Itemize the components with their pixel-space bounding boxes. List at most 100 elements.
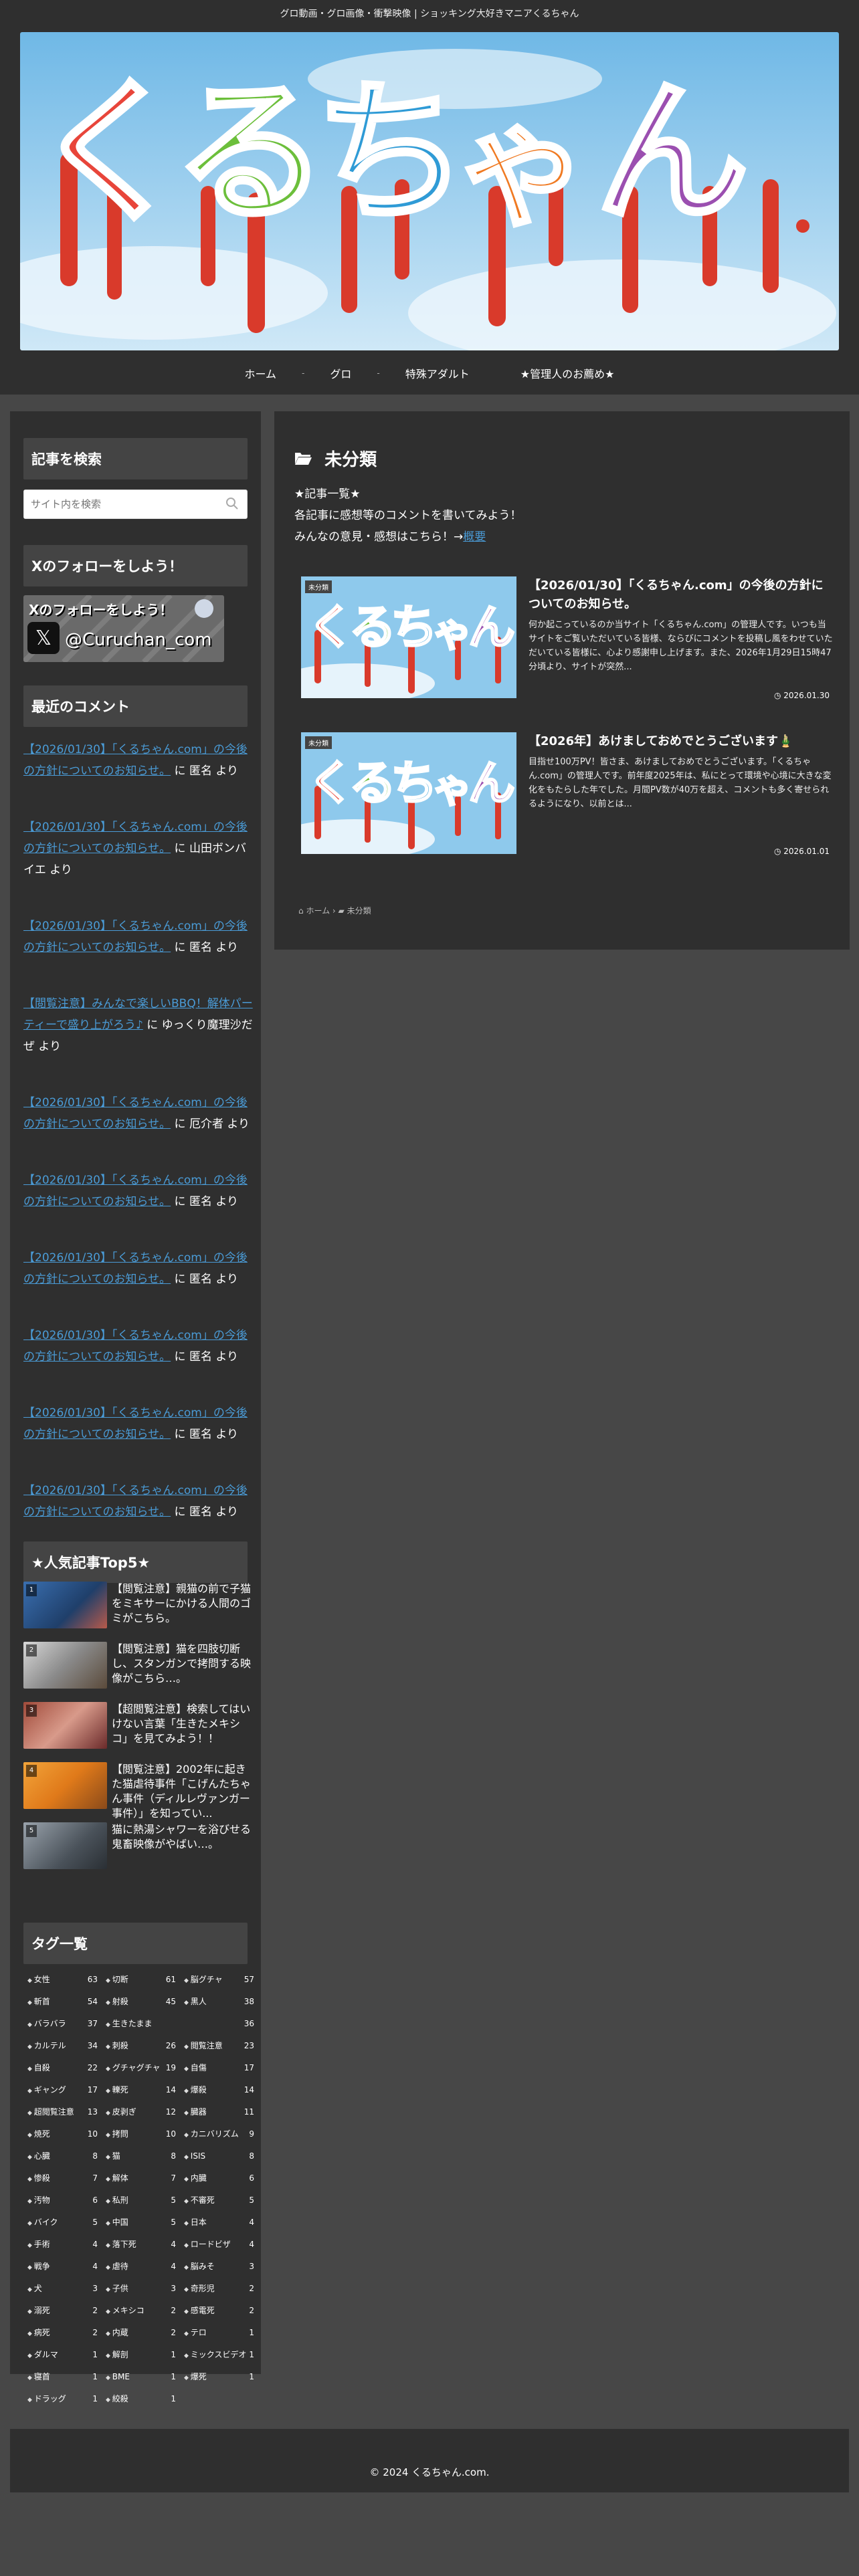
breadcrumb-current[interactable]: 未分類: [347, 906, 371, 916]
tag-link[interactable]: 刺殺26: [102, 2039, 176, 2052]
popular-post-thumbnail[interactable]: 4: [23, 1762, 107, 1809]
header-logo-banner[interactable]: く る ち ゃ ん: [20, 32, 839, 350]
popular-post-thumbnail[interactable]: 1: [23, 1582, 107, 1628]
tag-link[interactable]: ミックスビデオ1: [180, 2348, 254, 2361]
tag-link[interactable]: 超閲覧注意13: [23, 2105, 98, 2119]
popular-post-title[interactable]: 【閲覧注意】猫を四肢切断し、スタンガンで拷問する映像がこちら…。: [112, 1642, 252, 1686]
tag-link[interactable]: バイク5: [23, 2216, 98, 2229]
tag-link[interactable]: 奇形児2: [180, 2282, 254, 2295]
tag-link[interactable]: 自殺22: [23, 2061, 98, 2074]
tag-link[interactable]: 斬首54: [23, 1995, 98, 2008]
tag-link[interactable]: 不審死5: [180, 2193, 254, 2207]
tag-link[interactable]: BME1: [102, 2370, 176, 2383]
popular-post-title[interactable]: 【閲覧注意】2002年に起きた猫虐待事件「こげんたちゃん事件（ディルレヴァンガー…: [112, 1762, 252, 1821]
search-input[interactable]: [24, 490, 218, 518]
tag-link[interactable]: 虐待4: [102, 2260, 176, 2273]
tag-link[interactable]: バラバラ37: [23, 2017, 98, 2030]
tag-link[interactable]: 内臓6: [180, 2171, 254, 2185]
tag-link[interactable]: 焼死10: [23, 2127, 98, 2141]
tag-link[interactable]: 射殺45: [102, 1995, 176, 2008]
post-card[interactable]: くるちゃん 未分類 【2026/01/30】「くるちゃん.com」の今後の方針に…: [301, 576, 833, 700]
post-title[interactable]: 【2026/01/30】「くるちゃん.com」の今後の方針についてのお知らせ。: [529, 576, 833, 614]
comment-author: に 匿名 より: [171, 764, 239, 778]
popular-post-item[interactable]: 1 【閲覧注意】親猫の前で子猫をミキサーにかける人間のゴミがこちら。: [23, 1582, 251, 1642]
popular-post-thumbnail[interactable]: 3: [23, 1702, 107, 1749]
tag-link[interactable]: 病死2: [23, 2326, 98, 2339]
tag-link[interactable]: ISIS8: [180, 2149, 254, 2163]
tag-link[interactable]: 手術4: [23, 2238, 98, 2251]
tag-link[interactable]: 生きたまま36: [102, 2017, 254, 2030]
tag-link[interactable]: 内蔵2: [102, 2326, 176, 2339]
svg-text:ち: ち: [314, 64, 468, 243]
tag-link[interactable]: ダルマ1: [23, 2348, 98, 2361]
nav-item-home[interactable]: ホーム: [219, 365, 302, 381]
tag-link[interactable]: カルテル34: [23, 2039, 98, 2052]
nav-item-admin-picks[interactable]: ★管理人のお薦め★: [495, 365, 640, 381]
post-title[interactable]: 【2026年】あけましておめでとうございます🎍: [529, 732, 833, 751]
tag-link[interactable]: 爆殺14: [180, 2083, 254, 2097]
tag-link[interactable]: 脳グチャ57: [180, 1973, 254, 1986]
comment-item: 【閲覧注意】みんなで楽しいBBQ！解体パーティーで盛り上がろう♪ に ゆっくり魔…: [23, 993, 254, 1057]
tag-link[interactable]: 拷問10: [102, 2127, 176, 2141]
tag-link[interactable]: 皮剥ぎ12: [102, 2105, 176, 2119]
search-icon[interactable]: [225, 497, 242, 513]
tag-link[interactable]: 解体7: [102, 2171, 176, 2185]
tag-link[interactable]: 黒人38: [180, 1995, 254, 2008]
tag-link[interactable]: 解剖1: [102, 2348, 176, 2361]
nav-item-guro[interactable]: グロ: [304, 365, 377, 381]
tag-link[interactable]: 爆死1: [180, 2370, 254, 2383]
tag-link[interactable]: 中国5: [102, 2216, 176, 2229]
tag-link[interactable]: 切断61: [102, 1973, 176, 1986]
tag-link[interactable]: 落下死4: [102, 2238, 176, 2251]
tag-link[interactable]: 戦争4: [23, 2260, 98, 2273]
tag-link[interactable]: 脳みそ3: [180, 2260, 254, 2273]
tag-link[interactable]: 寝首1: [23, 2370, 98, 2383]
x-banner-heading: Xのフォローをしよう！: [29, 602, 173, 618]
x-follow-banner[interactable]: 𝕏 Xのフォローをしよう！ @Curuchan_com: [23, 595, 224, 662]
popular-post-item[interactable]: 3 【超閲覧注意】検索してはいけない言葉「生きたメキシコ」を見てみよう！！: [23, 1702, 251, 1762]
tag-link[interactable]: ドラッグ1: [23, 2392, 98, 2405]
tag-link[interactable]: 絞殺1: [102, 2392, 176, 2405]
tag-link[interactable]: 犬3: [23, 2282, 98, 2295]
popular-post-thumbnail[interactable]: 2: [23, 1642, 107, 1689]
popular-post-title[interactable]: 【閲覧注意】親猫の前で子猫をミキサーにかける人間のゴミがこちら。: [112, 1582, 252, 1626]
tag-link[interactable]: 心臓8: [23, 2149, 98, 2163]
tag-link[interactable]: ロードビザ4: [180, 2238, 254, 2251]
desc-line: 各記事に感想等のコメントを書いてみよう！: [294, 509, 522, 522]
nav-item-special-adult[interactable]: 特殊アダルト: [380, 365, 495, 381]
tag-link[interactable]: グチャグチャ19: [102, 2061, 176, 2074]
post-card[interactable]: くるちゃん 未分類 【2026年】あけましておめでとうございます🎍 目指せ100…: [301, 732, 833, 856]
tag-link[interactable]: 女性63: [23, 1973, 98, 1986]
tag-link[interactable]: ギャング17: [23, 2083, 98, 2097]
tag-link[interactable]: 私刑5: [102, 2193, 176, 2207]
tag-link[interactable]: 子供3: [102, 2282, 176, 2295]
tag-link[interactable]: 轢死14: [102, 2083, 176, 2097]
popular-post-item[interactable]: 5 猫に熱湯シャワーを浴びせる鬼畜映像がやばい…。: [23, 1822, 251, 1883]
breadcrumb-home[interactable]: ホーム: [306, 906, 330, 916]
breadcrumb: ⌂ ホーム › ▰ 未分類: [298, 905, 371, 916]
popular-post-thumbnail[interactable]: 5: [23, 1822, 107, 1869]
tag-link[interactable]: カニバリズム9: [180, 2127, 254, 2141]
tag-link[interactable]: 溺死2: [23, 2304, 98, 2317]
popular-post-item[interactable]: 4 【閲覧注意】2002年に起きた猫虐待事件「こげんたちゃん事件（ディルレヴァン…: [23, 1762, 251, 1822]
overview-link[interactable]: 概要: [463, 530, 486, 544]
copyright-text: © 2024 くるちゃん.com.: [369, 2466, 490, 2478]
tag-link[interactable]: 猫8: [102, 2149, 176, 2163]
popular-post-item[interactable]: 2 【閲覧注意】猫を四肢切断し、スタンガンで拷問する映像がこちら…。: [23, 1642, 251, 1702]
tag-link[interactable]: 惨殺7: [23, 2171, 98, 2185]
popular-post-title[interactable]: 【超閲覧注意】検索してはいけない言葉「生きたメキシコ」を見てみよう！！: [112, 1702, 252, 1746]
svg-text:ん: ん: [595, 64, 749, 243]
tag-link[interactable]: テロ1: [180, 2326, 254, 2339]
tag-link[interactable]: 臓器11: [180, 2105, 254, 2119]
recent-comments-list: 【2026/01/30】「くるちゃん.com」の今後の方針についてのお知らせ。 …: [23, 739, 254, 1558]
tag-link[interactable]: 閲覧注意23: [180, 2039, 254, 2052]
tag-link[interactable]: メキシコ2: [102, 2304, 176, 2317]
tag-link[interactable]: 自傷17: [180, 2061, 254, 2074]
tag-link[interactable]: 汚物6: [23, 2193, 98, 2207]
tag-link[interactable]: 日本4: [180, 2216, 254, 2229]
popular-post-title[interactable]: 猫に熱湯シャワーを浴びせる鬼畜映像がやばい…。: [112, 1822, 252, 1852]
tag-link[interactable]: 感電死2: [180, 2304, 254, 2317]
svg-text:ん: ん: [468, 756, 515, 811]
post-thumbnail[interactable]: くるちゃん 未分類: [301, 576, 516, 698]
post-thumbnail[interactable]: くるちゃん 未分類: [301, 732, 516, 854]
